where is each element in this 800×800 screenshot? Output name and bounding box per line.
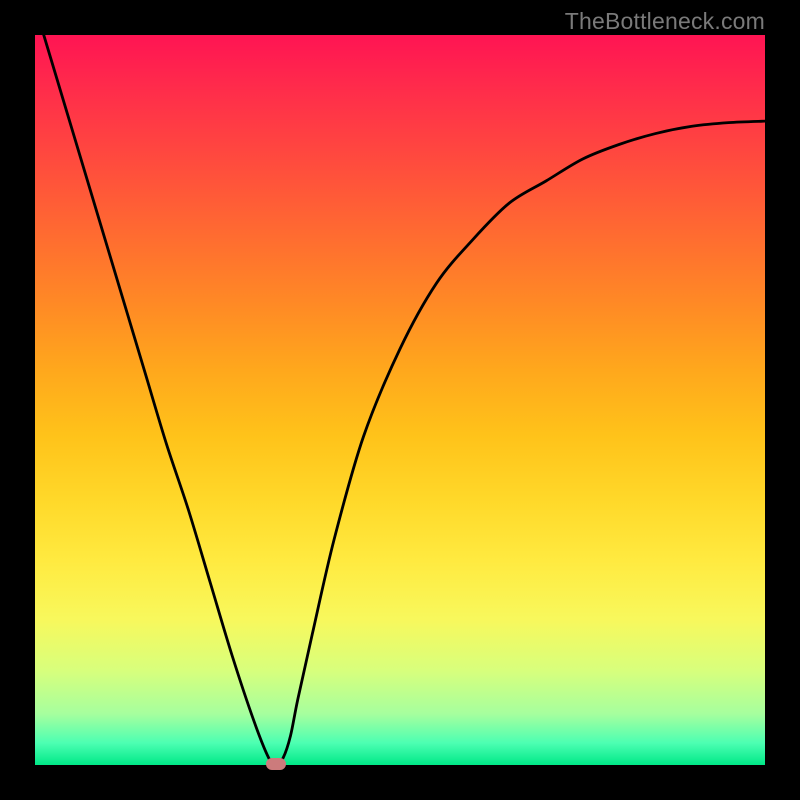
plot-area: [35, 35, 765, 765]
bottleneck-curve: [35, 6, 765, 765]
curve-layer: [35, 35, 765, 765]
chart-frame: TheBottleneck.com: [0, 0, 800, 800]
watermark-text: TheBottleneck.com: [565, 8, 765, 35]
minimum-marker: [266, 758, 286, 770]
